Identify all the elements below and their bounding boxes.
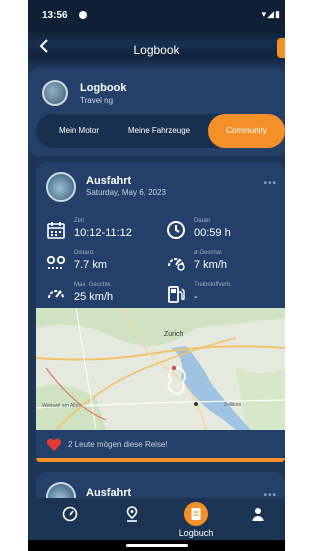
trip-map[interactable]: Zurich Wettswil am Albis Zollikon bbox=[36, 308, 285, 430]
tab-meine-fahrzeuge[interactable]: Meine Fahrzeuge bbox=[124, 114, 194, 148]
stat-label: Treibstoffverb. bbox=[194, 282, 233, 288]
app-header: Logbook bbox=[28, 30, 285, 66]
home-indicator[interactable] bbox=[126, 544, 188, 547]
nav-profile[interactable] bbox=[238, 498, 278, 540]
map-label-city: Zurich bbox=[164, 331, 184, 338]
logbook-icon bbox=[191, 508, 201, 520]
calendar-icon bbox=[47, 222, 65, 239]
status-bar: 13:56 ▾◢▮ bbox=[28, 0, 285, 30]
stat-time: Zeit 10:12-11:12 bbox=[46, 216, 166, 244]
left-margin bbox=[0, 0, 28, 551]
max-speed-icon bbox=[48, 290, 64, 299]
stat-value: 10:12-11:12 bbox=[74, 227, 132, 239]
recording-dot-icon bbox=[79, 11, 87, 19]
likes-text: 2 Leute mögen diese Reise! bbox=[68, 440, 168, 449]
stat-label: Dauer bbox=[194, 218, 211, 224]
fuel-pump-icon bbox=[168, 286, 185, 303]
page-title: Logbook bbox=[133, 43, 180, 57]
speedometer-icon bbox=[168, 258, 185, 271]
nav-label: Logbuch bbox=[178, 528, 214, 538]
map-label-left-town: Wettswil am Albis bbox=[42, 403, 81, 409]
nav-map[interactable] bbox=[112, 498, 152, 540]
clock-icon bbox=[167, 221, 185, 239]
trip-avatar bbox=[46, 172, 76, 202]
side-menu-tab[interactable] bbox=[277, 38, 285, 58]
trip-title: Ausfahrt bbox=[86, 175, 132, 187]
stat-label: Distanz bbox=[74, 250, 95, 256]
heart-icon[interactable] bbox=[46, 438, 62, 452]
stat-value: 00:59 h bbox=[194, 227, 231, 239]
stat-fuel: Treibstoffverb. - bbox=[166, 280, 285, 308]
stat-label: ø Geschw. bbox=[194, 250, 223, 256]
stat-value: - bbox=[194, 291, 198, 303]
nav-logbook[interactable]: Logbuch bbox=[176, 498, 216, 540]
stat-value: 7.7 km bbox=[74, 259, 108, 271]
user-icon bbox=[252, 508, 264, 521]
stat-value: 25 km/h bbox=[74, 291, 114, 303]
likes-row: 2 Leute mögen diese Reise! bbox=[36, 430, 285, 460]
nav-dashboard[interactable] bbox=[50, 498, 90, 540]
location-pin-icon bbox=[126, 506, 138, 522]
stat-max-speed: Max. Geschw. 25 km/h bbox=[46, 280, 166, 308]
map-label-right-town: Zollikon bbox=[224, 402, 241, 408]
status-icons: ▾◢▮ bbox=[261, 9, 281, 19]
stat-avg-speed: ø Geschw. 7 km/h bbox=[166, 248, 285, 276]
bottom-navigation: Logbuch bbox=[28, 498, 285, 540]
profile-avatar[interactable] bbox=[42, 80, 68, 106]
stat-duration: Dauer 00:59 h bbox=[166, 216, 285, 244]
status-time: 13:56 bbox=[42, 10, 68, 21]
profile-name: Logbook bbox=[80, 82, 127, 94]
map-graphic: Zurich Wettswil am Albis Zollikon bbox=[36, 308, 285, 430]
stat-label: Max. Geschw. bbox=[74, 282, 112, 288]
tab-community[interactable]: Community bbox=[208, 114, 285, 148]
distance-icon bbox=[46, 255, 66, 269]
app-screen: 13:56 ▾◢▮ Logbook Logbook Travel ng Mein… bbox=[28, 0, 285, 551]
home-indicator-area bbox=[28, 540, 285, 551]
stat-label: Zeit bbox=[74, 218, 85, 224]
more-options-button[interactable]: ••• bbox=[263, 178, 277, 189]
profile-card: Logbook Travel ng Mein Motor Meine Fahrz… bbox=[28, 68, 285, 156]
stat-value: 7 km/h bbox=[194, 259, 228, 271]
profile-subtitle: Travel ng bbox=[80, 96, 114, 105]
trip-card[interactable]: Ausfahrt Saturday, May 6, 2023 ••• Zeit … bbox=[36, 162, 285, 460]
speedometer-icon bbox=[62, 506, 78, 522]
trip-date: Saturday, May 6, 2023 bbox=[86, 188, 166, 197]
tab-mein-motor[interactable]: Mein Motor bbox=[40, 114, 118, 148]
stat-distance: Distanz 7.7 km bbox=[46, 248, 166, 276]
segmented-control: Mein Motor Meine Fahrzeuge Community bbox=[36, 114, 285, 148]
trip-card-accent bbox=[36, 458, 285, 462]
